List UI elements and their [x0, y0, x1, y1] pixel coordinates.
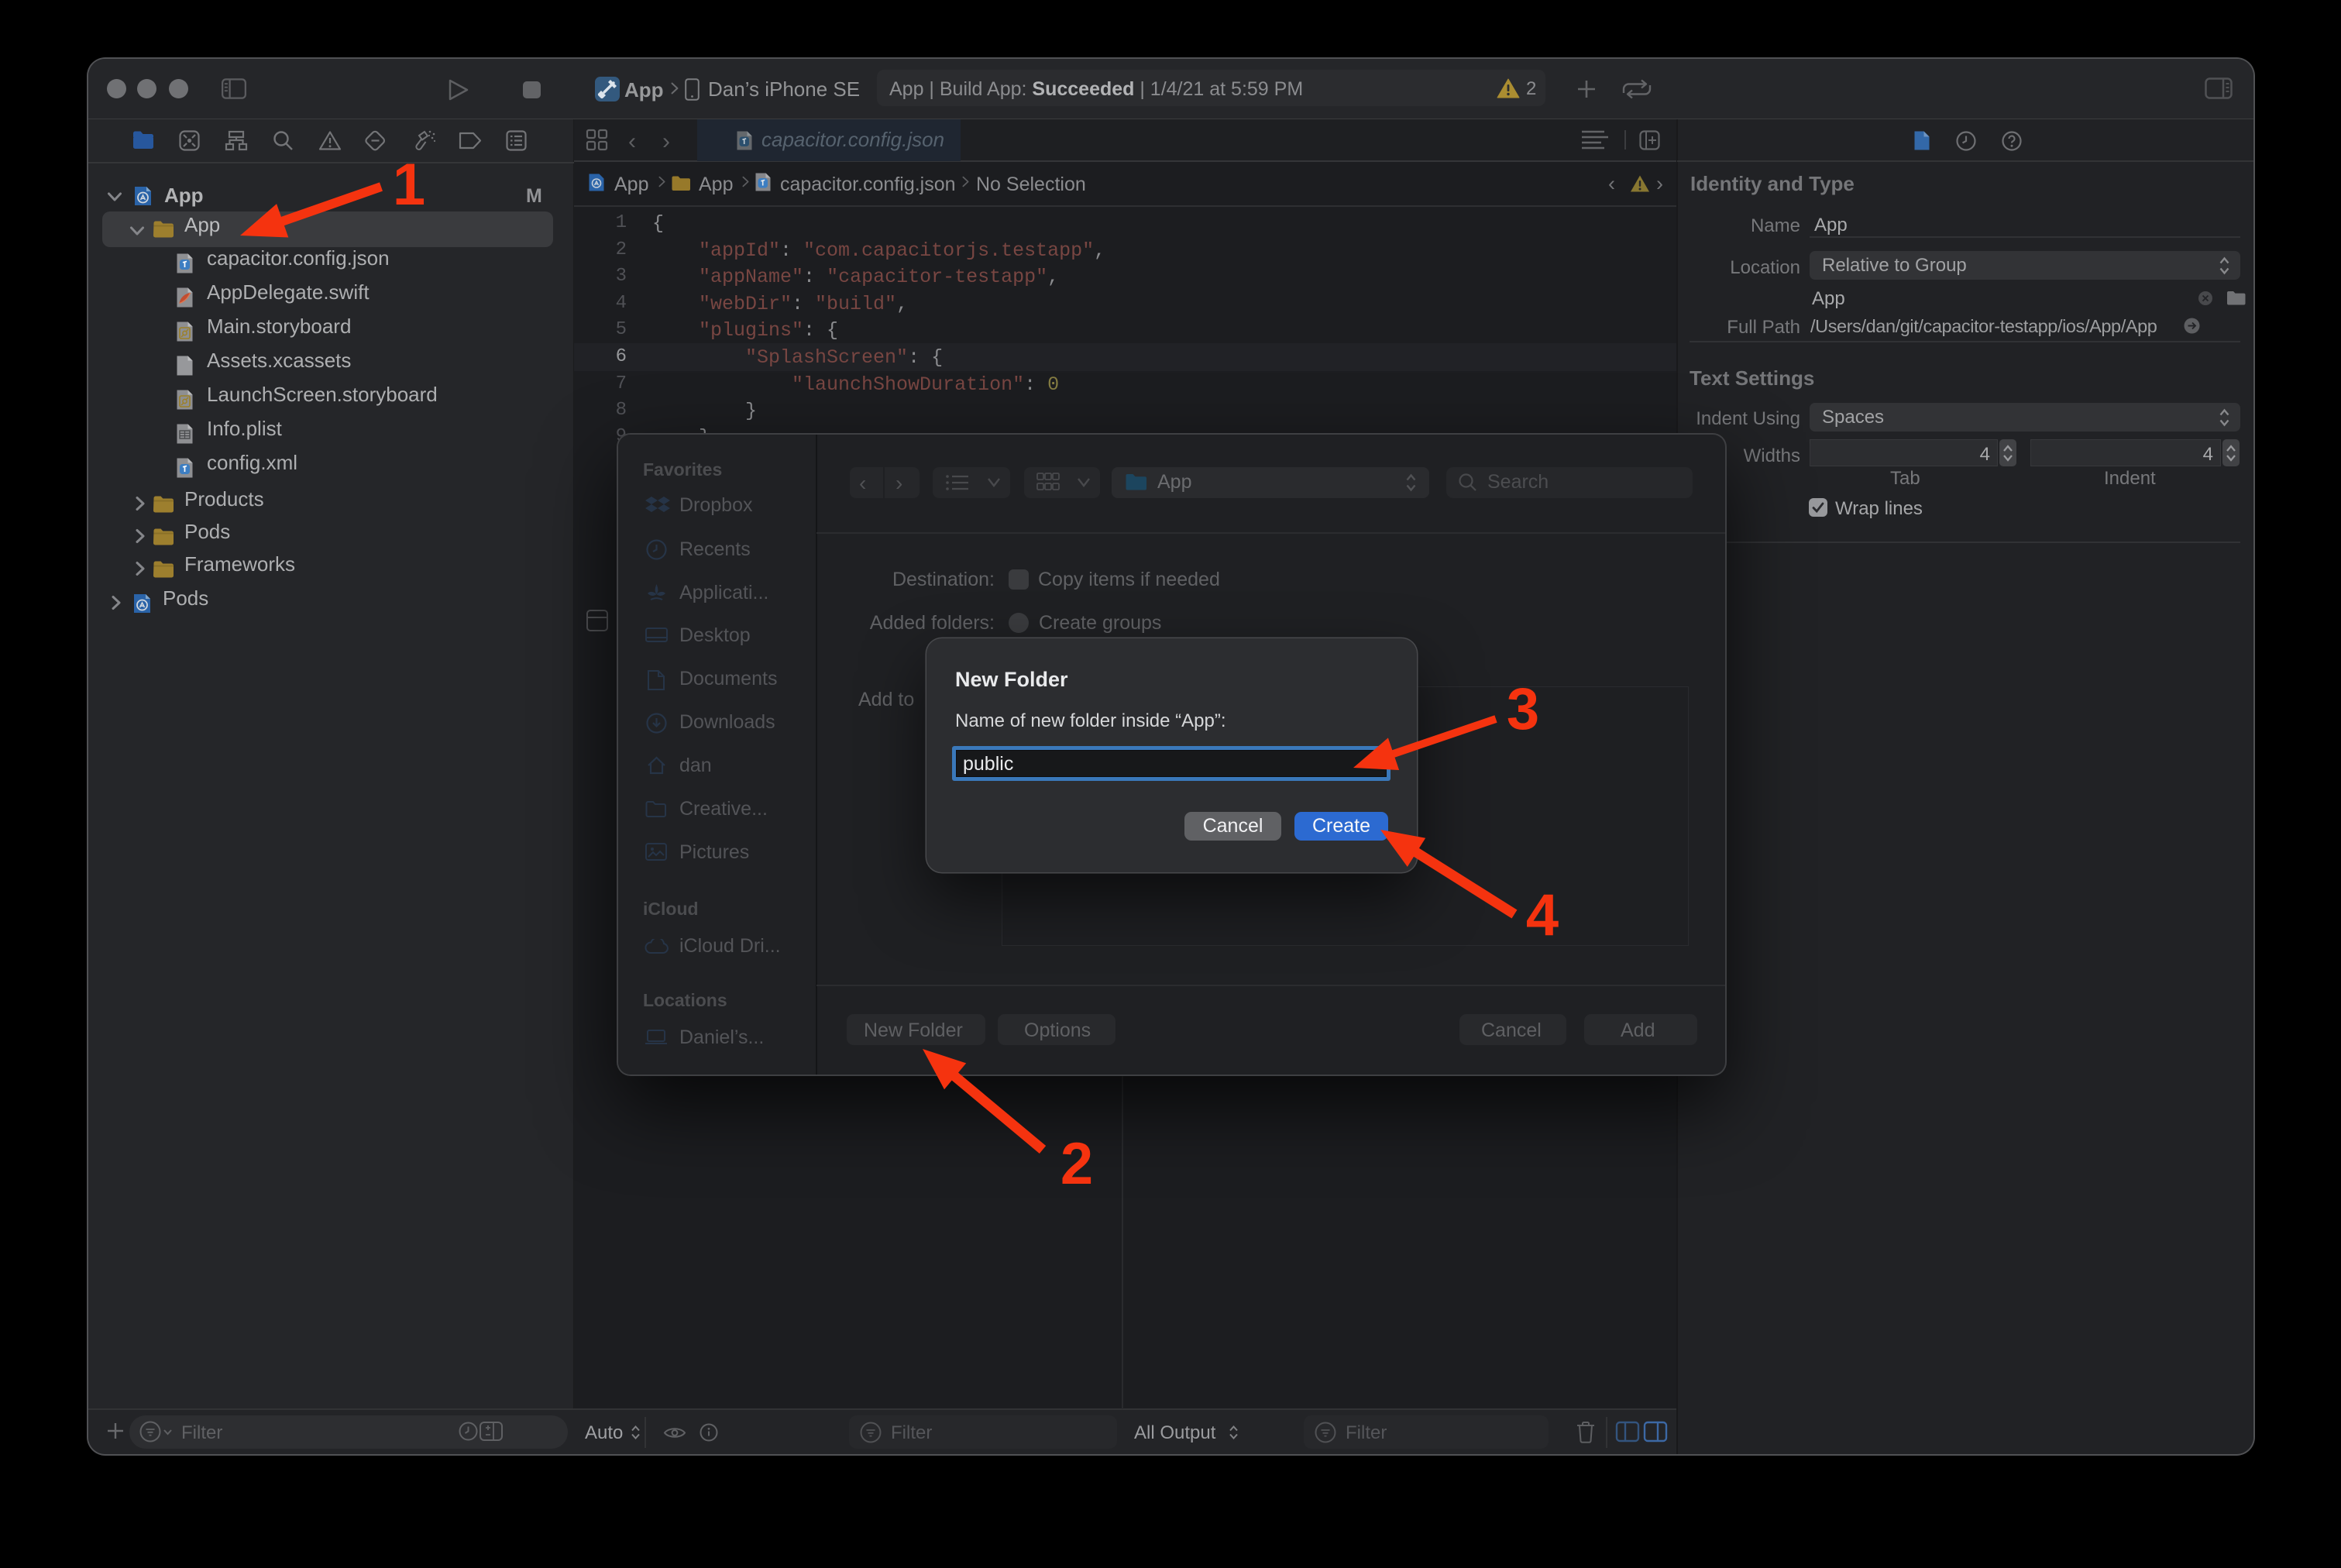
svg-text:3: 3 [1507, 676, 1539, 742]
svg-text:1: 1 [393, 152, 425, 218]
svg-text:2: 2 [1060, 1131, 1093, 1197]
svg-text:4: 4 [1526, 882, 1559, 948]
